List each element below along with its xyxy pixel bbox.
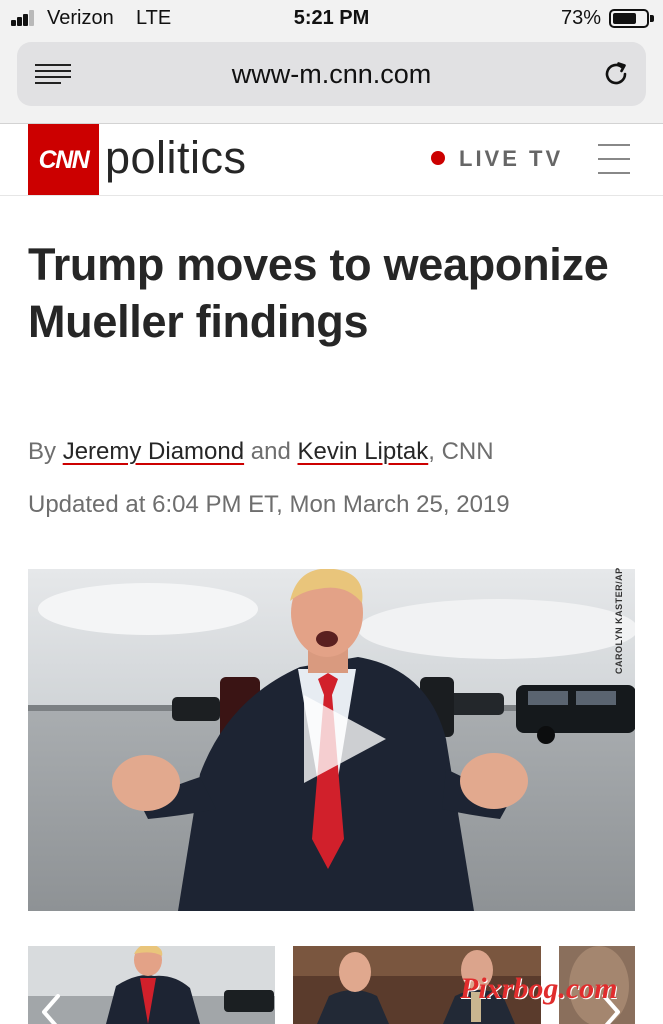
battery-icon: [609, 9, 649, 28]
site-header: CNN politics LIVE TV: [0, 124, 663, 196]
byline-joiner: and: [244, 438, 298, 465]
battery-percent: 73%: [560, 7, 601, 29]
article-headline: Trump moves to weaponize Mueller finding…: [28, 239, 609, 347]
live-dot-icon: [431, 151, 445, 165]
battery-level: [613, 13, 636, 24]
play-icon[interactable]: [300, 691, 390, 787]
live-tv-link[interactable]: LIVE TV: [459, 146, 563, 172]
browser-toolbar: www-m.cnn.com: [0, 38, 663, 124]
hamburger-menu-icon[interactable]: [598, 144, 630, 174]
reload-icon[interactable]: [602, 60, 630, 88]
status-bar: Verizon LTE 5:21 PM 73%: [0, 0, 663, 38]
gallery-thumb[interactable]: [28, 946, 275, 1024]
url-text[interactable]: www-m.cnn.com: [17, 59, 646, 90]
watermark: Pixrbog.com: [460, 972, 618, 1005]
section-name[interactable]: politics: [105, 132, 247, 184]
battery-cap: [650, 15, 654, 22]
cnn-logo-text: CNN: [38, 146, 90, 174]
article-byline: By Jeremy Diamond and Kevin Liptak, CNN: [28, 438, 494, 466]
author-link-jeremy-diamond[interactable]: Jeremy Diamond: [63, 438, 244, 465]
author-link-kevin-liptak[interactable]: Kevin Liptak: [297, 438, 428, 465]
address-bar[interactable]: www-m.cnn.com: [17, 42, 646, 106]
cnn-logo[interactable]: CNN: [28, 124, 99, 195]
photo-credit: CAROLYN KASTER/AP: [614, 567, 624, 674]
video-player[interactable]: [28, 569, 635, 911]
article-timestamp: Updated at 6:04 PM ET, Mon March 25, 201…: [28, 491, 510, 518]
byline-prefix: By: [28, 438, 63, 465]
byline-suffix: , CNN: [428, 438, 494, 465]
chevron-left-icon[interactable]: [40, 994, 62, 1024]
